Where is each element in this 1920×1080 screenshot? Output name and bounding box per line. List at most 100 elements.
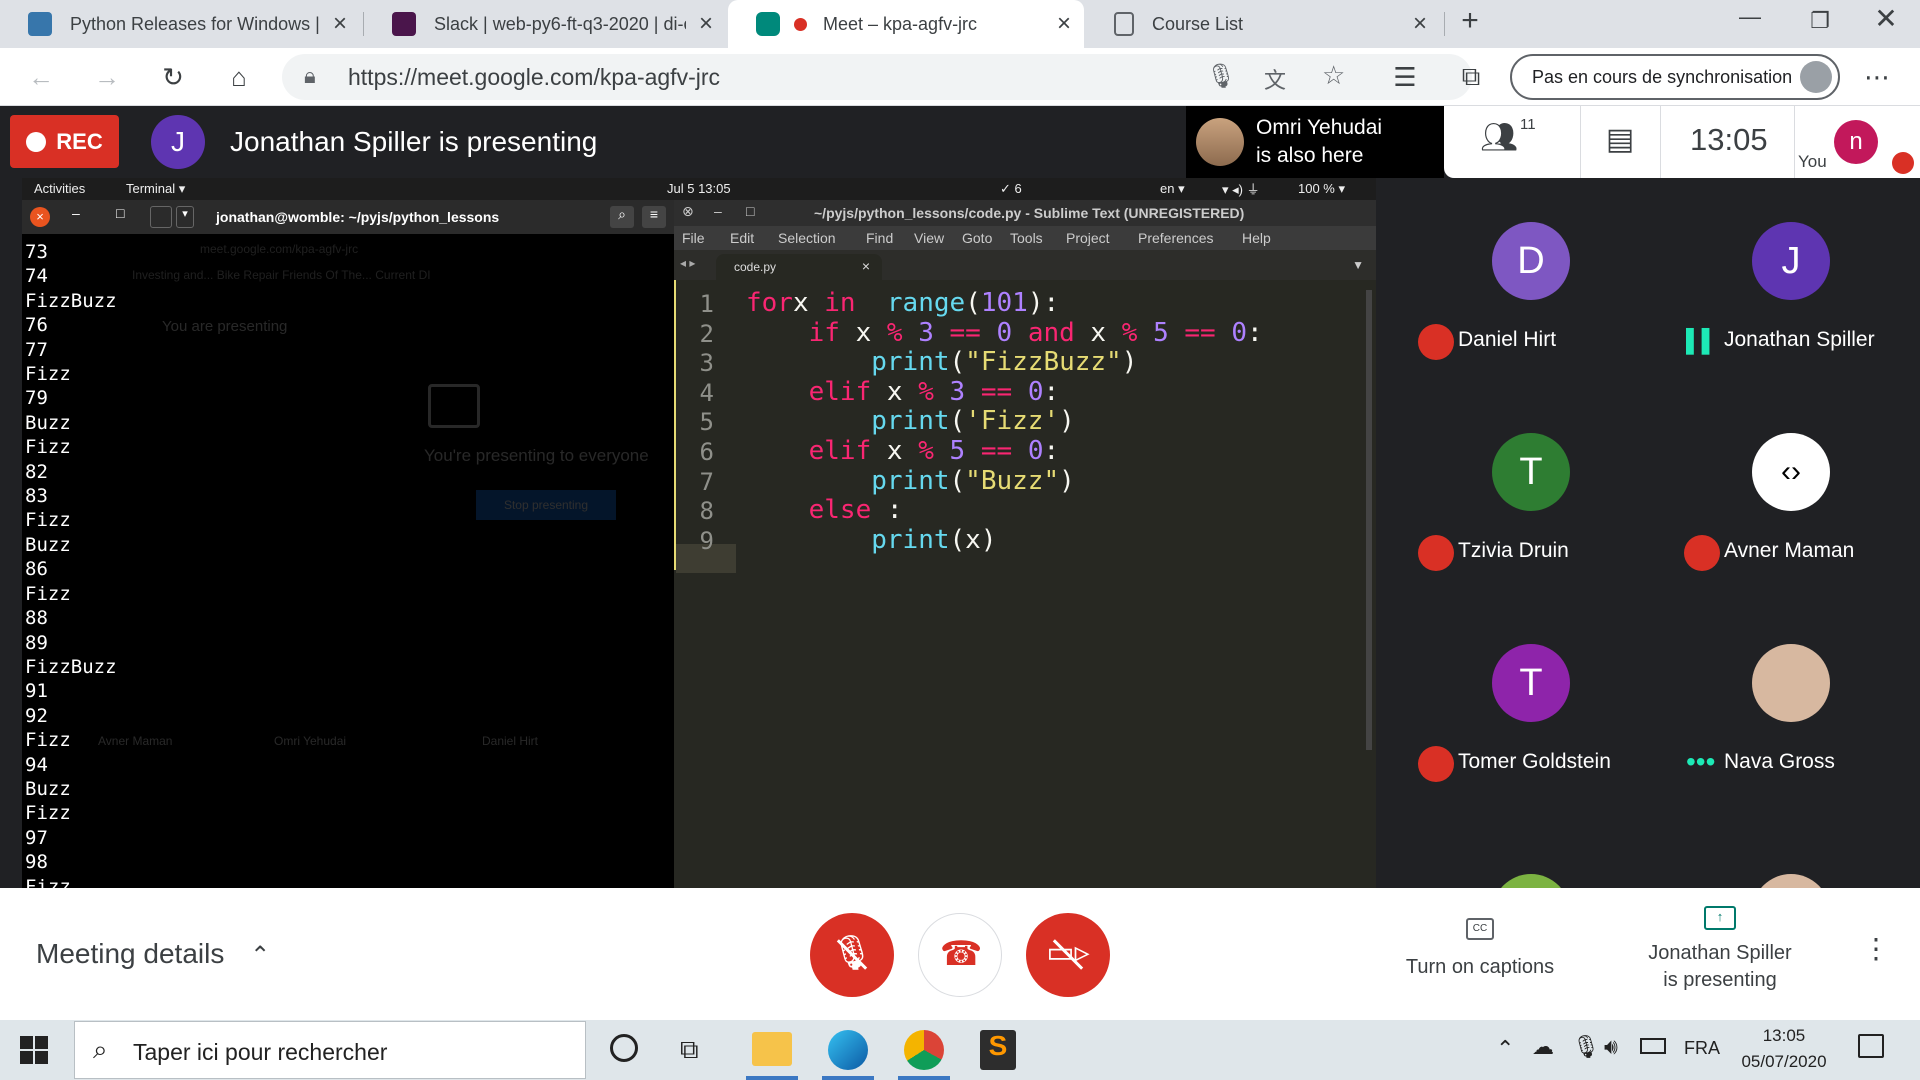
tray-chevron-up-icon[interactable]: ⌃	[1496, 1036, 1514, 1062]
cortana-icon[interactable]	[610, 1034, 638, 1062]
chat-icon[interactable]: ▤	[1590, 122, 1650, 162]
more-dots-icon: •••	[1686, 746, 1716, 777]
translate-icon[interactable]: 文	[1264, 63, 1286, 95]
people-icon: 👥︎	[1480, 121, 1519, 154]
chevron-down-icon[interactable]: ▾	[176, 206, 194, 228]
volume-icon[interactable]: 🔊︎	[1604, 1034, 1618, 1060]
terminal-line: 92	[25, 704, 48, 727]
microphone-icon[interactable]: 🎙︎	[1206, 62, 1236, 91]
code-editor[interactable]: 1 forx in range(101): 2 if x % 3 == 0 and …	[674, 280, 1376, 888]
new-tab-icon[interactable]: +	[1452, 4, 1488, 44]
collections-icon[interactable]: ⧉	[1450, 56, 1492, 98]
meeting-details-button[interactable]: Meeting details ⌃	[36, 938, 270, 970]
participant-avatar[interactable]: ‹›	[1752, 433, 1830, 511]
activities-label: Activities	[34, 181, 86, 196]
minimize-icon[interactable]: —	[1730, 4, 1770, 40]
task-view-icon[interactable]: ⧉	[680, 1034, 699, 1066]
ghost-presenting: You are presenting	[162, 318, 288, 335]
code-line: elif x % 3 == 0:	[808, 376, 1060, 407]
menu-item-selection[interactable]: Selection	[778, 230, 836, 246]
participant-avatar[interactable]: T	[1492, 433, 1570, 511]
restore-icon[interactable]: ❐	[1800, 8, 1840, 44]
input-language[interactable]: FRA	[1684, 1038, 1720, 1059]
forward-icon[interactable]: →	[86, 56, 128, 98]
battery-icon[interactable]	[1640, 1038, 1666, 1054]
close-icon[interactable]: ⊗	[682, 203, 694, 220]
maximize-icon[interactable]: □	[116, 205, 124, 221]
ubuntu-top-bar: Activities Terminal ▾ Jul 5 13:05 ✓ 6 en…	[22, 178, 1376, 200]
sync-button[interactable]: Pas en cours de synchronisation	[1510, 54, 1840, 100]
camera-toggle-button[interactable]: ▭▹	[1026, 913, 1110, 997]
close-icon[interactable]: ×	[1044, 10, 1084, 38]
search-icon[interactable]: ⌕	[610, 206, 634, 228]
windows-start-icon[interactable]	[20, 1036, 48, 1064]
notifications-icon[interactable]	[1858, 1034, 1884, 1058]
ghost-stop-button: Stop presenting	[476, 490, 616, 520]
taskbar-search[interactable]: ⌕ Taper ici pour rechercher	[74, 1021, 586, 1079]
menu-item-file[interactable]: File	[682, 230, 705, 246]
menu-item-preferences[interactable]: Preferences	[1138, 230, 1213, 246]
close-icon[interactable]: ×	[862, 258, 870, 274]
home-icon[interactable]: ⌂	[218, 56, 260, 98]
chrome-icon[interactable]	[904, 1030, 944, 1070]
back-icon[interactable]: ←	[20, 56, 62, 98]
file-explorer-icon[interactable]	[752, 1032, 792, 1066]
terminal-line: 76	[25, 314, 48, 337]
presenting-button[interactable]: ↑ Jonathan Spiller is presenting	[1620, 906, 1820, 1006]
refresh-icon[interactable]: ↻	[152, 56, 194, 98]
more-menu-icon[interactable]: ⋯	[1856, 56, 1898, 98]
address-bar[interactable]: 🔒︎ https://meet.google.com/kpa-agfv-jrc …	[282, 54, 1472, 100]
participant-avatar[interactable]: D	[1492, 222, 1570, 300]
menu-item-project[interactable]: Project	[1066, 230, 1110, 246]
menu-icon[interactable]: ≡	[642, 206, 666, 228]
maximize-icon[interactable]: □	[746, 203, 754, 219]
terminal-line: 77	[25, 338, 48, 361]
tab-meet[interactable]: Meet – kpa-agfv-jrc ×	[728, 0, 1084, 48]
favorites-icon[interactable]: ☰	[1384, 56, 1426, 98]
captions-button[interactable]: CC Turn on captions	[1390, 918, 1570, 998]
rec-badge[interactable]: REC	[10, 115, 119, 168]
tab-course-list[interactable]: Course List ×	[1086, 0, 1440, 48]
participant-avatar[interactable]: J	[1752, 222, 1830, 300]
scrollbar[interactable]	[1366, 290, 1372, 750]
participant-avatar[interactable]	[1752, 644, 1830, 722]
taskbar-clock[interactable]: 13:05 05/07/2020	[1734, 1026, 1834, 1072]
tab-scroll-icon[interactable]: ◂ ▸	[680, 256, 695, 270]
people-button[interactable]: 👥︎ 11	[1480, 116, 1540, 164]
tab-slack[interactable]: Slack | web-py6-ft-q3-2020 | di-c ×	[364, 0, 726, 48]
close-icon[interactable]: ×	[686, 10, 726, 38]
sublime-text-icon[interactable]: S	[980, 1030, 1016, 1070]
sublime-tab-bar: ◂ ▸ code.py × ▼	[674, 250, 1376, 280]
close-icon[interactable]: ×	[1400, 10, 1440, 38]
participant-avatar[interactable]: T	[1492, 644, 1570, 722]
tab-code-py[interactable]: code.py ×	[716, 254, 882, 280]
menu-item-help[interactable]: Help	[1242, 230, 1271, 246]
edge-icon[interactable]	[828, 1030, 868, 1070]
code-line: print(x)	[871, 524, 997, 555]
also-here-text: is also here	[1256, 144, 1364, 167]
microphone-icon[interactable]: 🎙︎	[1572, 1034, 1600, 1060]
minimize-icon[interactable]: –	[714, 203, 722, 219]
new-tab-icon[interactable]	[150, 206, 172, 228]
leave-call-button[interactable]: ☎︎	[918, 913, 1002, 997]
window-close-icon[interactable]: ✕	[1866, 2, 1906, 38]
microphone-toggle-button[interactable]: 🎙︎	[810, 913, 894, 997]
chevron-down-icon[interactable]: ▼	[1352, 258, 1364, 272]
more-options-icon[interactable]: ⋮	[1862, 932, 1890, 972]
menu-item-tools[interactable]: Tools	[1010, 230, 1043, 246]
menu-item-view[interactable]: View	[914, 230, 944, 246]
tab-python-releases[interactable]: Python Releases for Windows | P ×	[0, 0, 360, 48]
terminal-line: Fizz	[25, 363, 71, 386]
self-avatar[interactable]: n	[1834, 120, 1878, 164]
menu-item-goto[interactable]: Goto	[962, 230, 992, 246]
star-icon[interactable]: ☆	[1322, 60, 1345, 91]
close-icon[interactable]: ×	[320, 10, 360, 38]
updates-indicator: ✓ 6	[1000, 181, 1022, 196]
onedrive-icon[interactable]: ☁	[1532, 1034, 1554, 1060]
hang-up-icon: ☎︎	[939, 935, 983, 973]
menu-item-edit[interactable]: Edit	[730, 230, 754, 246]
close-icon[interactable]: ×	[30, 207, 50, 227]
minimize-icon[interactable]: –	[72, 205, 80, 221]
menu-item-find[interactable]: Find	[866, 230, 893, 246]
tab-title: Course List	[1152, 13, 1244, 34]
